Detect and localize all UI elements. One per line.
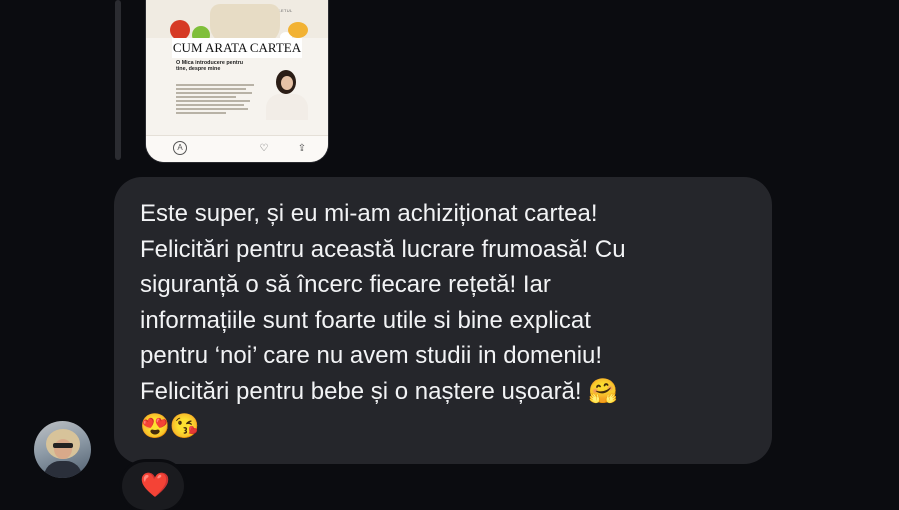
author-photo: [258, 62, 318, 120]
thread-line: [115, 0, 121, 160]
attachment-subtitle: O Mica introducere pentru tine, despre m…: [176, 60, 244, 72]
heart-reaction-icon: ❤️: [140, 472, 170, 499]
reaction-badge[interactable]: ❤️: [122, 462, 184, 510]
attachment-body-text: [176, 84, 256, 116]
message-text: Este super, și eu mi-am achiziționat car…: [140, 196, 770, 445]
message-line: siguranță o să încerc fiecare rețetă! Ia…: [140, 271, 551, 298]
attachment-toolbar: A ♡ ⇪: [146, 135, 328, 162]
attachment-title: CUM ARATA CARTEA: [172, 38, 302, 58]
message-line: Felicitări pentru această lucrare frumoa…: [140, 235, 626, 263]
message-line: Este super, și eu mi-am achiziționat car…: [140, 200, 598, 227]
message-line: pentru ‘noi’ care nu avem studii in dome…: [140, 342, 603, 369]
message-line: informațiile sunt foarte utile si bine e…: [140, 306, 591, 334]
pepper-graphic: [288, 22, 308, 38]
tomato-graphic: [170, 20, 190, 40]
avatar[interactable]: [34, 421, 91, 478]
attached-image[interactable]: CORPUL MINTEA SI SUFLETUL CUM ARATA CART…: [146, 0, 328, 162]
message-line: Felicitări pentru bebe și o naștere ușoa…: [140, 377, 619, 405]
a-circle-icon[interactable]: A: [173, 141, 187, 155]
heart-icon[interactable]: ♡: [258, 143, 270, 155]
message-line: 😍😘: [140, 413, 200, 440]
share-icon[interactable]: ⇪: [296, 143, 308, 155]
